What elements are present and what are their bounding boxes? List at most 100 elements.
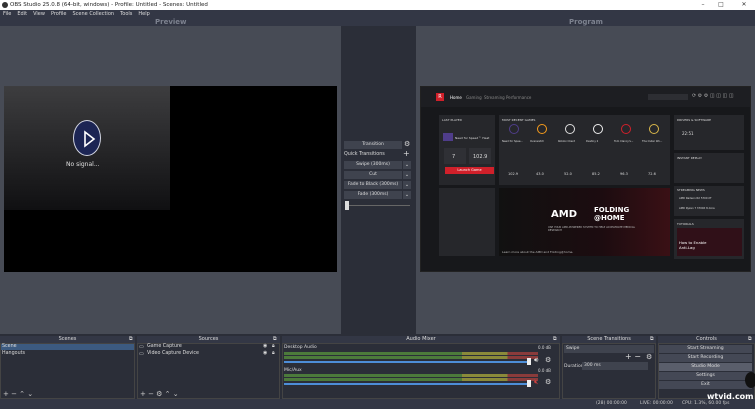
game-title: Overwatch [530,140,545,143]
menu-profile[interactable]: Profile [51,11,67,17]
gear-icon[interactable]: ⚙ [646,353,652,361]
minimize-button[interactable]: – [696,0,710,10]
chevron-down-icon[interactable]: ⌄ [403,181,411,189]
menu-file[interactable]: File [3,11,11,17]
side-play-icon[interactable] [745,372,755,388]
amd-search-input[interactable] [648,94,688,100]
settings-button[interactable]: Settings [659,372,752,380]
instant-replay-label: INSTANT REPLAY [677,156,702,160]
volume-slider-handle[interactable] [527,358,531,365]
folding-banner[interactable] [499,188,670,256]
preview-label: Preview [155,18,187,26]
gear-icon[interactable]: ⚙ [545,356,551,364]
add-icon[interactable]: + [403,149,410,158]
t-bar-track[interactable] [349,205,410,206]
amd-logo-icon: R [436,93,444,101]
lock-icon[interactable]: 🔒︎ [272,343,275,349]
menu-tools[interactable]: Tools [120,11,132,17]
game-icon[interactable] [509,124,519,134]
watermark: wtvid.com [707,392,754,401]
close-button[interactable]: ✕ [737,0,751,10]
news-label: STREAMING NEWS [677,188,705,192]
banner-brand: AMD [551,209,577,220]
cpu-usage: CPU: 1.3%, 60.00 fps [682,401,730,406]
source-item[interactable]: Video Capture Device [147,351,199,356]
undock-icon[interactable]: ⧉ [748,336,752,342]
game-thumb [443,133,453,141]
quick-transition-fade-black[interactable]: Fade to Black (300ms) [344,181,402,189]
media-card [439,188,495,256]
chevron-down-icon[interactable]: ⌄ [403,171,411,179]
add-transition-button[interactable]: + − [625,352,641,361]
menu-help[interactable]: Help [138,11,149,17]
quick-transition-swipe[interactable]: Swipe (300ms) [344,161,402,169]
volume-slider[interactable] [284,361,528,363]
exit-button[interactable]: Exit [659,381,752,389]
undock-icon[interactable]: ⧉ [650,336,654,342]
start-streaming-button[interactable]: Start Streaming [659,345,752,353]
volume-meter [284,374,538,377]
amd-topbar-icons[interactable]: ⟳ ⚙ ⚙ ◫ ◫ ◫ ◫ [692,93,734,99]
last-played-game: Need for Speed™ Heat [455,136,490,140]
last-played-label: LAST PLAYED [442,118,462,122]
volume-slider[interactable] [284,383,528,385]
amd-tab-streaming[interactable]: Streaming [484,95,505,100]
game-stat: 52.0 [564,172,572,176]
menu-edit[interactable]: Edit [17,11,27,17]
lock-icon[interactable]: 🔒︎ [272,350,275,356]
camera-icon: ▭ [139,351,144,357]
visibility-eye-icon[interactable]: ◉ [263,350,267,356]
menu-view[interactable]: View [33,11,45,17]
mixer-track-name: Desktop Audio [284,345,317,350]
quick-transition-fade[interactable]: Fade (300ms) [344,191,402,199]
volume-slider-handle[interactable] [527,380,531,387]
undock-icon[interactable]: ⧉ [129,336,133,342]
game-icon[interactable] [565,124,575,134]
game-icon[interactable] [649,124,659,134]
source-item[interactable]: Game Capture [147,344,182,349]
status-bar: (28) 00:00:00 LIVE: 00:00:00 CPU: 1.3%, … [0,399,755,409]
gear-icon[interactable]: ⚙ [404,140,410,148]
maximize-button[interactable]: □ [714,0,728,10]
game-icon[interactable] [593,124,603,134]
duration-input[interactable]: 300 ms [582,362,648,370]
game-stat: 85.2 [592,172,600,176]
program-label: Program [569,18,603,26]
chevron-down-icon[interactable]: ⌄ [403,161,411,169]
scene-transitions-dock-title: Scene Transitions [562,336,656,343]
banner-link[interactable]: Learn more about the AMD and Folding@hom… [502,250,573,254]
launch-game-button[interactable]: Launch Game [445,167,494,174]
mixer-db: 0.0 dB [538,368,551,373]
play-icon [73,120,101,156]
scene-selected-highlight [1,344,134,350]
scene-item[interactable]: Hangouts [2,351,25,356]
banner-title-1: FOLDING [594,206,630,214]
transition-button[interactable]: Transition [344,141,402,149]
dropped-frames: (28) 00:00:00 [596,401,627,406]
speaker-icon[interactable]: 🔊︎ [534,356,538,365]
menu-scene-collection[interactable]: Scene Collection [72,11,114,17]
scene-item[interactable]: Scene [2,344,17,349]
amd-tab-gaming[interactable]: Gaming [466,95,482,100]
quick-transition-cut[interactable]: Cut [344,171,402,179]
news-item: AMD Ryzen 7 3700X 8-Core [679,207,715,210]
studio-mode-button[interactable]: Studio Mode [659,363,752,371]
start-recording-button[interactable]: Start Recording [659,354,752,362]
undock-icon[interactable]: ⧉ [273,336,277,342]
tutorials-label: TUTORIALS [677,222,694,226]
add-scene-button[interactable]: + − ⌃ ⌄ [3,390,33,398]
visibility-eye-icon[interactable]: ◉ [263,343,267,349]
undock-icon[interactable]: ⧉ [553,336,557,342]
gear-icon[interactable]: ⚙ [545,378,551,386]
monitor-icon: ▭ [139,344,144,350]
mixer-track-name: Mic/Aux [284,368,302,373]
amd-tab-performance[interactable]: Performance [506,95,531,100]
add-source-button[interactable]: + − ⚙ ⌃ ⌄ [140,390,179,398]
chevron-down-icon[interactable]: ⌄ [403,191,411,199]
amd-tab-home[interactable]: Home [450,95,462,100]
sources-dock-title: Sources [137,336,280,343]
muted-speaker-icon[interactable]: 🔇︎ [534,378,538,387]
volume-meter [284,352,538,355]
game-icon[interactable] [537,124,547,134]
game-icon[interactable] [621,124,631,134]
